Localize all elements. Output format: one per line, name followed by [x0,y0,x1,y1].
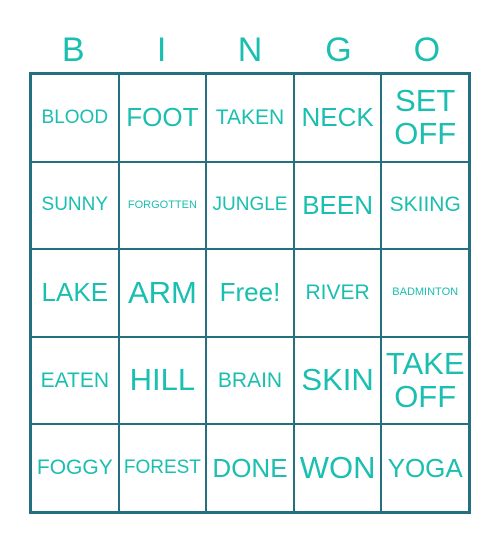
free-space[interactable]: Free! [206,249,294,337]
bingo-cell[interactable]: SKIING [381,161,469,250]
bingo-cell[interactable]: TAKE OFF [381,336,469,425]
bingo-cell[interactable]: FOOT [118,74,207,162]
bingo-header: B I N G O [29,30,471,70]
bingo-cell[interactable]: LAKE [31,249,119,337]
bingo-cell[interactable]: SUNNY [31,161,119,250]
bingo-cell[interactable]: ARM [118,249,207,337]
bingo-cell[interactable]: TAKEN [206,74,294,162]
header-letter-i: I [156,31,167,69]
header-letter-n: N [237,31,263,69]
bingo-cell[interactable]: EATEN [31,336,119,425]
bingo-cell[interactable]: WON [293,424,382,512]
bingo-cell[interactable]: FORGOTTEN [118,161,207,250]
bingo-cell[interactable]: BADMINTON [381,249,469,337]
header-letter-o: O [413,31,441,69]
bingo-cell[interactable]: SET OFF [381,74,469,162]
bingo-cell[interactable]: JUNGLE [206,161,294,250]
bingo-cell[interactable]: RIVER [293,249,382,337]
bingo-cell[interactable]: FOREST [118,424,207,512]
bingo-cell[interactable]: BRAIN [206,336,294,425]
bingo-cell[interactable]: DONE [206,424,294,512]
bingo-cell[interactable]: YOGA [381,424,469,512]
header-letter-b: B [61,31,85,69]
bingo-cell[interactable]: BEEN [293,161,382,250]
bingo-cell[interactable]: FOGGY [31,424,119,512]
bingo-cell[interactable]: BLOOD [31,74,119,162]
bingo-cell[interactable]: HILL [118,336,207,425]
bingo-cell[interactable]: SKIN [293,336,382,425]
bingo-cell[interactable]: NECK [293,74,382,162]
bingo-card: BLOOD FOOT TAKEN NECK SET OFF SUNNY FORG… [29,72,471,514]
header-letter-g: G [325,31,352,69]
